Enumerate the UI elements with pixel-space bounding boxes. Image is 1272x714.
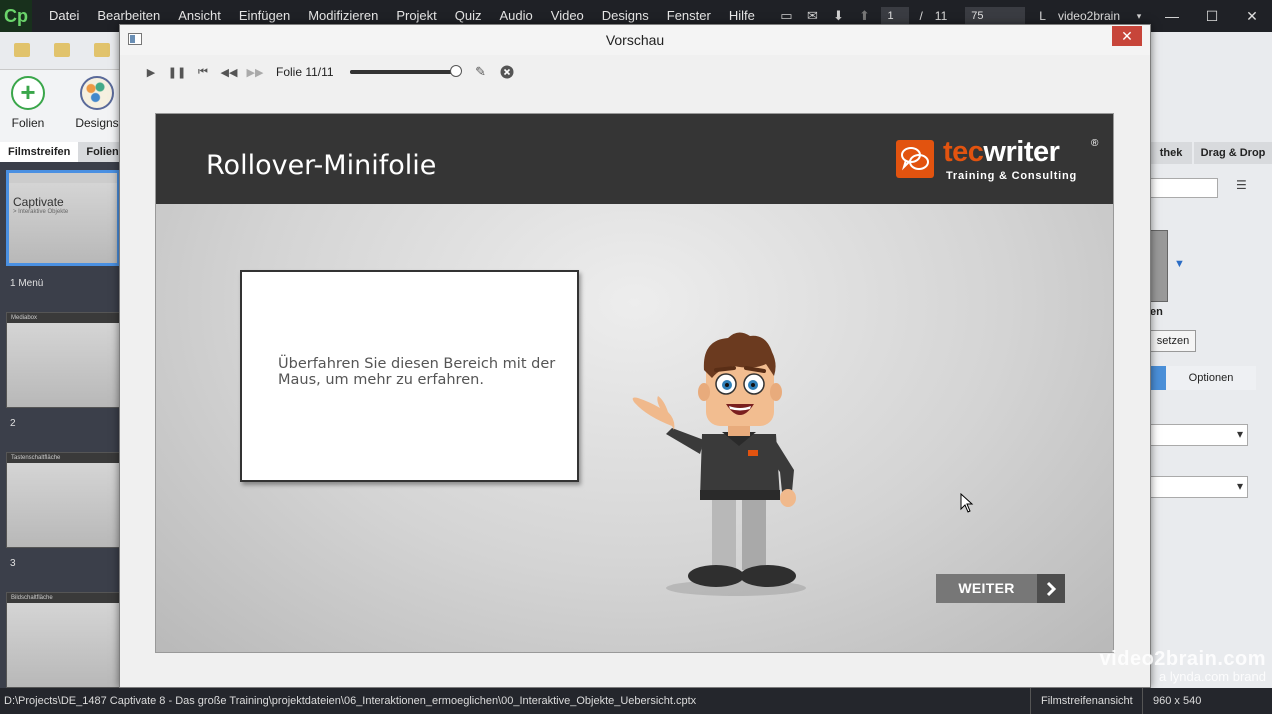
cartoon-character [632, 332, 806, 596]
dropdown-1[interactable] [1150, 424, 1248, 446]
rollover-area[interactable]: Überfahren Sie diesen Bereich mit der Ma… [240, 270, 579, 482]
toolbar-icon[interactable] [14, 43, 30, 57]
tab-drag-drop[interactable]: Drag & Drop [1194, 142, 1272, 164]
slide-thumb-label: 1 Menü [10, 278, 44, 289]
tecwriter-logo: tecwriter ® Training & Consulting [896, 136, 1101, 188]
toolbar-icon[interactable] [54, 43, 70, 57]
layout-indicator[interactable]: L [1039, 9, 1046, 23]
toolbar-icon[interactable] [94, 43, 110, 57]
palette-icon [80, 76, 114, 110]
zoom-field[interactable]: 75 [965, 7, 1026, 25]
slide-header: Rollover-Minifolie tecwriter ® Training … [156, 114, 1113, 204]
logo-name-writer: writer [983, 136, 1060, 168]
folien-tool[interactable]: + Folien [6, 76, 50, 130]
exit-icon[interactable] [494, 61, 520, 83]
speech-bubble-icon [896, 140, 934, 178]
slide-total: 11 [934, 9, 948, 23]
watermark-line-2: a lynda.com brand [1159, 669, 1266, 684]
dropdown-2[interactable] [1150, 476, 1248, 498]
big-toolbar: + Folien Designs [0, 70, 120, 142]
maximize-button[interactable]: ☐ [1192, 0, 1232, 32]
logo-name-tec: tec [943, 136, 984, 168]
progress-fill [349, 70, 456, 74]
designs-tool[interactable]: Designs [74, 76, 120, 130]
thumb-bar: Bildschaltfläche [7, 593, 119, 603]
watermark: video2brain.com a lynda.com brand [1100, 648, 1266, 684]
folien-tool-label: Folien [11, 116, 45, 130]
tab-filmstreifen[interactable]: Filmstreifen [0, 142, 79, 162]
rewind-icon[interactable]: ◀◀ [216, 61, 242, 83]
slide-thumb-1[interactable]: Captivate > Interaktive Objekte [6, 170, 120, 266]
menu-datei[interactable]: Datei [40, 0, 88, 32]
chevron-right-icon [1037, 574, 1065, 603]
watermark-line-1: video2brain.com [1099, 648, 1266, 670]
slide-number-field[interactable]: 1 [881, 7, 910, 25]
slide-counter: Folie 11/11 [276, 65, 334, 79]
play-icon[interactable]: ▶ [138, 61, 164, 83]
slide-separator: / [919, 9, 923, 23]
slide-thumb-4[interactable]: Bildschaltfläche [6, 592, 120, 688]
slide-thumb-label: 3 [10, 558, 16, 569]
list-options-icon[interactable]: ☰ [1236, 178, 1247, 192]
thumb-bar: Tastenschaltfläche [7, 453, 119, 463]
minimize-button[interactable]: — [1152, 0, 1192, 32]
thumb-bar [9, 173, 117, 183]
slide-thumb-label: 2 [10, 418, 16, 429]
tab-optionen[interactable]: Optionen [1166, 366, 1256, 390]
thumb-subtitle: > Interaktive Objekte [13, 209, 69, 215]
status-bar: D:\Projects\DE_1487 Captivate 8 - Das gr… [0, 688, 1272, 714]
playback-bar: ▶ ❚❚ ⏮ ◀◀ ▶▶ Folie 11/11 ✎ [120, 55, 1150, 89]
logo-name: tecwriter [943, 136, 1060, 169]
window-title: Vorschau [605, 32, 665, 48]
progress-handle[interactable] [449, 65, 462, 77]
logo-subtitle: Training & Consulting [946, 170, 1078, 182]
name-field[interactable] [1150, 178, 1218, 198]
file-path: D:\Projects\DE_1487 Captivate 8 - Das gr… [4, 695, 697, 707]
mouse-cursor-icon [960, 493, 974, 513]
triangle-down-icon[interactable]: ▼ [1174, 258, 1185, 270]
filmstrip: Captivate > Interaktive Objekte 1 Menü M… [0, 162, 120, 688]
preview-window: Vorschau ✕ ▶ ❚❚ ⏮ ◀◀ ▶▶ Folie 11/11 ✎ Ro… [119, 24, 1151, 688]
weiter-button-label: WEITER [958, 580, 1015, 596]
slide-thumb-2[interactable]: Mediabox [6, 312, 120, 408]
designs-tool-label: Designs [75, 116, 119, 130]
rewind-start-icon[interactable]: ⏮ [190, 61, 216, 83]
reset-button[interactable]: setzen [1150, 330, 1196, 352]
toolbar-strip [0, 32, 120, 70]
app-logo: Cp [0, 0, 32, 32]
close-button[interactable]: ✕ [1112, 26, 1142, 46]
app-close-button[interactable]: ✕ [1232, 0, 1272, 32]
progress-slider[interactable] [349, 65, 462, 79]
slide-thumb-3[interactable]: Tastenschaltfläche [6, 452, 120, 548]
style-preview[interactable] [1150, 230, 1168, 302]
logo-registered: ® [1091, 138, 1099, 149]
thumb-bar: Mediabox [7, 313, 119, 323]
pause-icon[interactable]: ❚❚ [164, 61, 190, 83]
properties-panel: thek Drag & Drop ☰ ▼ en setzen Optionen [1150, 32, 1272, 688]
weiter-button[interactable]: WEITER [936, 574, 1065, 603]
thumb-title: Captivate [13, 195, 64, 209]
add-slide-icon: + [11, 76, 45, 110]
stage-size: 960 x 540 [1142, 688, 1201, 714]
pencil-icon[interactable]: ✎ [468, 61, 494, 83]
panel-label: en [1150, 306, 1163, 318]
slide-title: Rollover-Minifolie [206, 150, 437, 181]
tab-bibliothek[interactable]: thek [1150, 142, 1192, 164]
slide-stage: Rollover-Minifolie tecwriter ® Training … [155, 113, 1114, 653]
tab-left-highlight[interactable] [1150, 366, 1166, 390]
user-menu[interactable]: video2brain [1058, 9, 1120, 23]
rollover-text: Überfahren Sie diesen Bereich mit der Ma… [278, 356, 556, 388]
panel-tabs: Filmstreifen Folien [0, 142, 120, 162]
view-mode[interactable]: Filmstreifenansicht [1030, 688, 1133, 714]
forward-icon[interactable]: ▶▶ [242, 61, 268, 83]
preview-titlebar: Vorschau ✕ [120, 25, 1150, 55]
